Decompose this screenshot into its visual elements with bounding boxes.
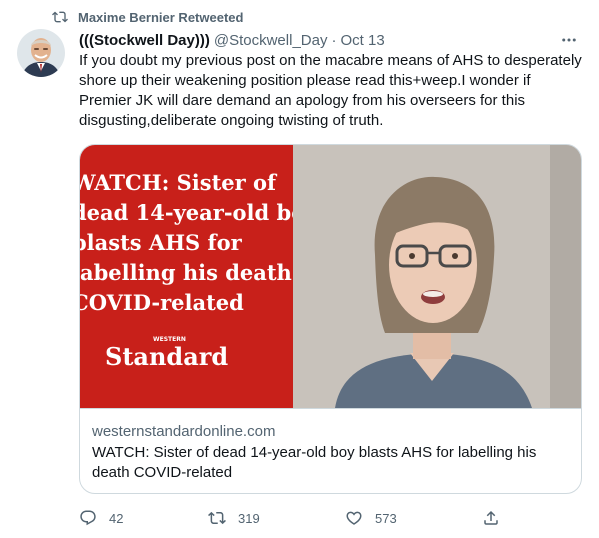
more-options-button[interactable] bbox=[559, 30, 579, 50]
reply-button[interactable]: 42 bbox=[79, 508, 123, 528]
tweet-text-line: If you doubt my previous post on the mac… bbox=[79, 52, 582, 69]
card-domain: westernstandardonline.com bbox=[92, 423, 276, 440]
retweet-button[interactable]: 319 bbox=[208, 508, 260, 528]
display-name[interactable]: (((Stockwell Day))) bbox=[79, 32, 210, 49]
user-handle[interactable]: @Stockwell_Day bbox=[214, 32, 328, 49]
retweet-icon bbox=[208, 511, 226, 525]
tweet-header: (((Stockwell Day))) @Stockwell_Day · Oct… bbox=[79, 30, 589, 50]
headline-line: COVID-related bbox=[80, 290, 244, 315]
retweet-count: 319 bbox=[238, 510, 260, 526]
brand-logo: Standard bbox=[105, 342, 228, 371]
tweet-text: If you doubt my previous post on the mac… bbox=[79, 51, 589, 131]
card-title: WATCH: Sister of dead 14-year-old boy bl… bbox=[92, 444, 537, 481]
headline-line: WATCH: Sister of bbox=[80, 170, 278, 195]
share-button[interactable] bbox=[482, 508, 500, 528]
retweet-icon bbox=[52, 11, 68, 23]
reply-icon bbox=[80, 510, 96, 526]
action-bar: 42 319 573 bbox=[79, 508, 509, 528]
headline-line: dead 14-year-old boy bbox=[80, 200, 318, 225]
tweet-text-line: Premier JK will dare demand an apology f… bbox=[79, 92, 526, 109]
link-card[interactable]: WATCH: Sister of dead 14-year-old boy bl… bbox=[79, 144, 582, 494]
like-button[interactable]: 573 bbox=[345, 508, 397, 528]
avatar[interactable] bbox=[17, 29, 65, 77]
retweet-context[interactable]: Maxime Bernier Retweeted bbox=[52, 8, 243, 26]
card-details[interactable]: westernstandardonline.com WATCH: Sister … bbox=[80, 408, 581, 483]
tweet-text-line: shore up their weakening position please… bbox=[79, 72, 531, 89]
tweet-text-line: disgusting,deliberate ongoing twisting o… bbox=[79, 112, 384, 129]
card-image[interactable]: WATCH: Sister of dead 14-year-old boy bl… bbox=[80, 145, 582, 408]
retweet-label[interactable]: Maxime Bernier Retweeted bbox=[78, 10, 243, 25]
share-icon bbox=[484, 510, 498, 525]
reply-count: 42 bbox=[109, 510, 124, 526]
tweet-timestamp[interactable]: Oct 13 bbox=[340, 32, 384, 49]
separator-dot: · bbox=[331, 31, 337, 49]
headline-line: labelling his death bbox=[80, 260, 292, 285]
like-count: 573 bbox=[375, 510, 397, 526]
headline-line: blasts AHS for bbox=[80, 230, 243, 255]
more-icon bbox=[562, 38, 576, 42]
heart-icon bbox=[346, 511, 362, 525]
